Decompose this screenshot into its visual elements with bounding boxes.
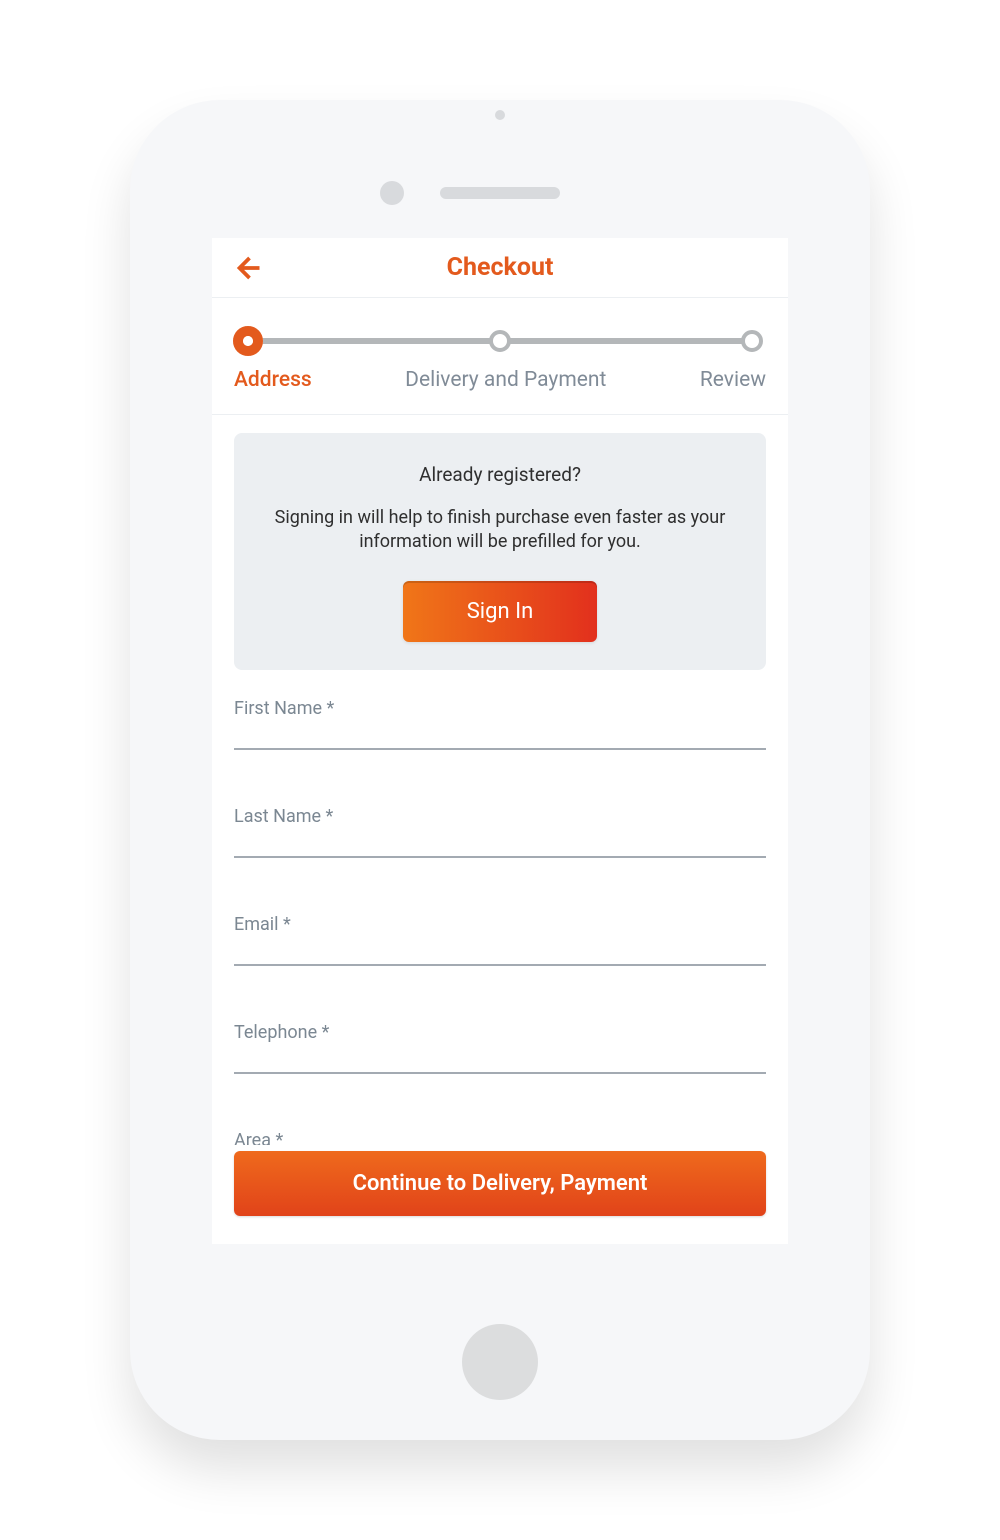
checkout-stepper: Address Delivery and Payment Review [212,298,788,415]
bottom-action-bar: Continue to Delivery, Payment [234,1145,766,1216]
address-form: First Name * Last Name * Email * Telepho… [234,698,766,1151]
app-header: Checkout [212,238,788,298]
phone-camera-dot [380,181,404,205]
signin-body-text: Signing in will help to finish purchase … [274,506,726,555]
telephone-label: Telephone * [234,1022,766,1043]
signin-heading: Already registered? [274,463,726,486]
field-telephone: Telephone * [234,1022,766,1074]
stepper-label-address: Address [234,368,312,392]
first-name-input[interactable] [234,721,766,750]
back-button[interactable] [230,251,264,285]
arrow-left-icon [232,253,262,283]
last-name-input[interactable] [234,829,766,858]
phone-mic-dot [495,110,505,120]
continue-button-label: Continue to Delivery, Payment [353,1171,648,1196]
field-last-name: Last Name * [234,806,766,858]
stepper-label-delivery-payment: Delivery and Payment [405,368,606,392]
stepper-label-review: Review [700,368,766,392]
phone-top-bar [130,148,870,238]
phone-home-button[interactable] [462,1324,538,1400]
app-screen: Checkout Address Delivery and Payment Re… [212,238,788,1244]
phone-speaker-slot [440,187,560,199]
last-name-label: Last Name * [234,806,766,827]
phone-frame: Checkout Address Delivery and Payment Re… [130,100,870,1440]
signin-card: Already registered? Signing in will help… [234,433,766,670]
field-first-name: First Name * [234,698,766,750]
email-label: Email * [234,914,766,935]
stepper-track [248,328,752,354]
content-area: Already registered? Signing in will help… [212,415,788,1151]
continue-button[interactable]: Continue to Delivery, Payment [234,1151,766,1216]
page-title: Checkout [447,253,554,282]
stepper-node-address[interactable] [233,326,263,356]
email-input[interactable] [234,937,766,966]
signin-button-label: Sign In [467,599,534,624]
stepper-node-delivery-payment[interactable] [489,330,511,352]
telephone-input[interactable] [234,1045,766,1074]
first-name-label: First Name * [234,698,766,719]
stepper-labels: Address Delivery and Payment Review [234,368,766,392]
stepper-node-review[interactable] [741,330,763,352]
signin-button[interactable]: Sign In [403,581,598,642]
field-email: Email * [234,914,766,966]
